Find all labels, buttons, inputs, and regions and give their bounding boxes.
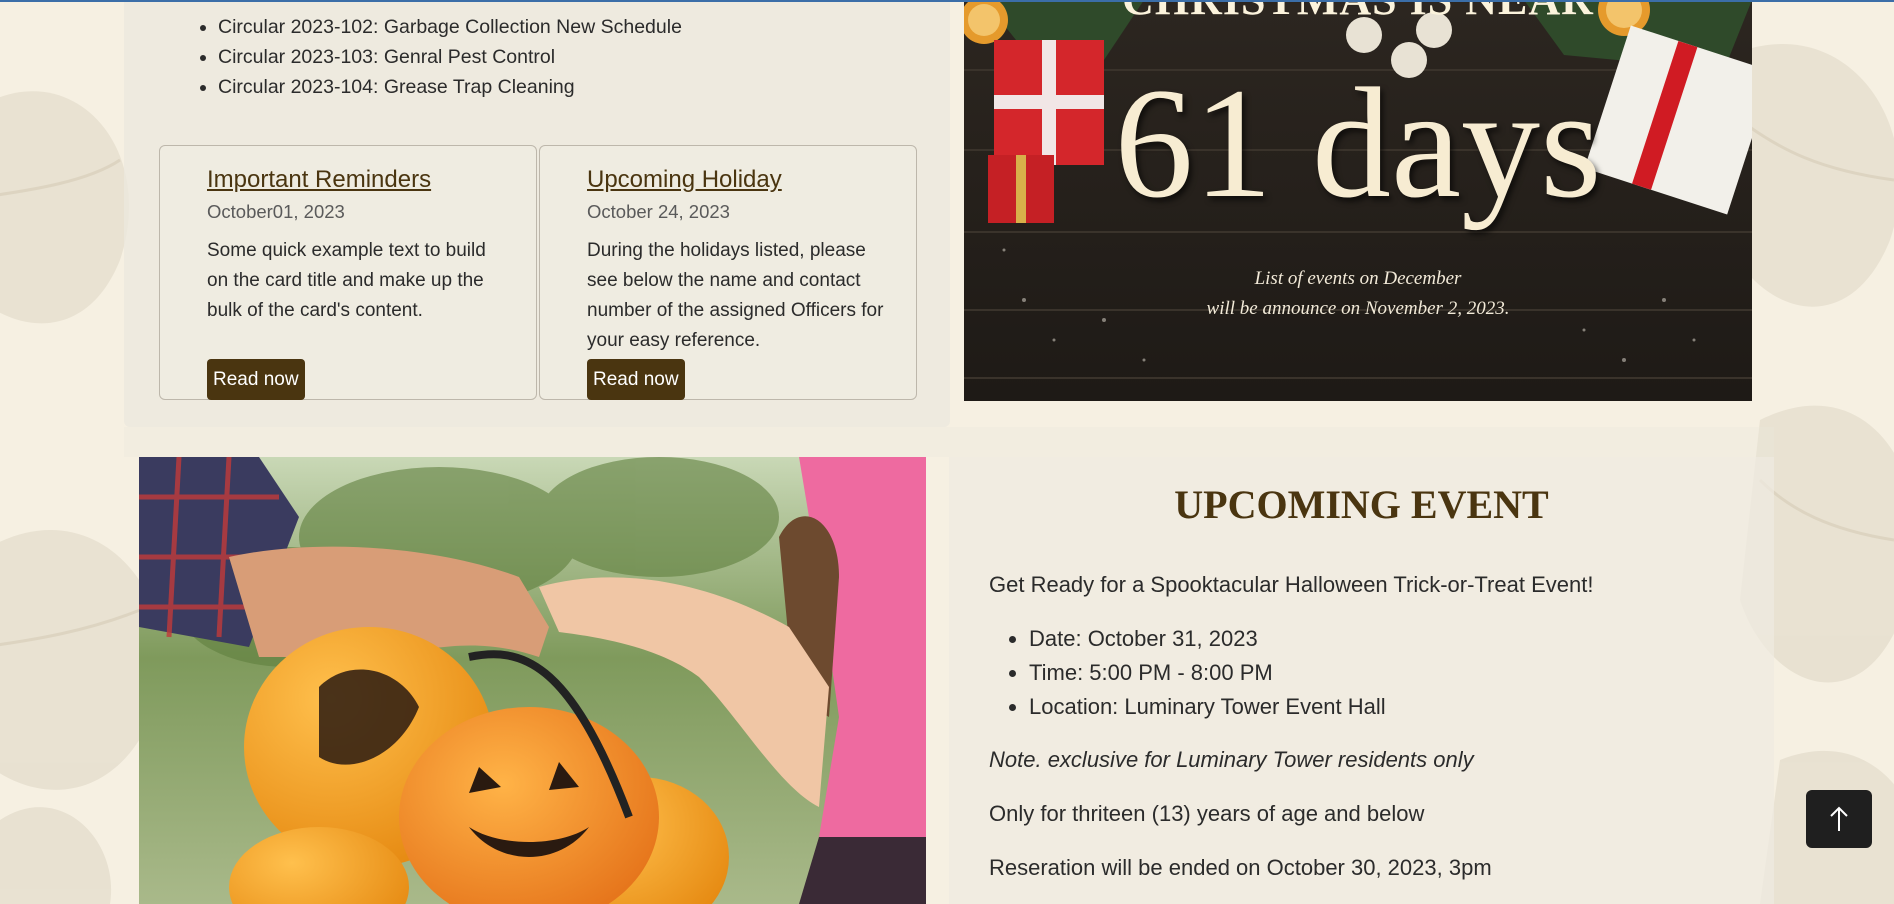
event-heading: UPCOMING EVENT (1174, 482, 1549, 527)
card-date: October01, 2023 (207, 201, 345, 222)
section-divider (124, 427, 1774, 457)
event-date: Date: October 31, 2023 (1029, 622, 1386, 656)
event-location: Location: Luminary Tower Event Hall (1029, 690, 1386, 724)
event-note: Note. exclusive for Luminary Tower resid… (989, 747, 1474, 772)
circular-item[interactable]: Circular 2023-104: Grease Trap Cleaning (218, 72, 682, 102)
card-title-link[interactable]: Upcoming Holiday (587, 166, 782, 194)
arrow-up-icon (1830, 806, 1848, 831)
halloween-photo (139, 457, 926, 904)
read-now-button[interactable]: Read now (207, 359, 305, 400)
christmas-note-line2: will be announce on November 2, 2023. (1206, 298, 1510, 319)
christmas-countdown-banner: CHRISTMAS IS NEAR 61 days List of events… (964, 0, 1752, 401)
circular-item[interactable]: Circular 2023-103: Genral Pest Control (218, 42, 682, 72)
halloween-trick-or-treat-image (139, 457, 926, 904)
event-time: Time: 5:00 PM - 8:00 PM (1029, 656, 1386, 690)
card-text: During the holidays listed, please see b… (587, 240, 884, 351)
event-details-list: Date: October 31, 2023 Time: 5:00 PM - 8… (989, 622, 1386, 724)
countdown-days: 61 days (1114, 56, 1602, 231)
card-upcoming-holiday: Upcoming Holiday October 24, 2023 During… (539, 145, 917, 400)
read-now-button[interactable]: Read now (587, 359, 685, 400)
card-important-reminders: Important Reminders October01, 2023 Some… (159, 145, 537, 400)
card-text: Some quick example text to build on the … (207, 240, 486, 321)
circulars-list: Circular 2023-102: Garbage Collection Ne… (194, 12, 682, 102)
card-date: October 24, 2023 (587, 201, 730, 222)
event-reservation-deadline: Reseration will be ended on October 30, … (989, 855, 1492, 880)
top-border (0, 0, 1894, 2)
card-title-link[interactable]: Important Reminders (207, 166, 431, 194)
christmas-note-line1: List of events on December (1254, 268, 1462, 289)
circulars-panel: Circular 2023-102: Garbage Collection Ne… (124, 0, 950, 427)
christmas-title: CHRISTMAS IS NEAR (964, 0, 1752, 25)
event-age-limit: Only for thriteen (13) years of age and … (989, 801, 1425, 826)
back-to-top-button[interactable] (1806, 790, 1872, 848)
circular-item[interactable]: Circular 2023-102: Garbage Collection Ne… (218, 12, 682, 42)
event-intro: Get Ready for a Spooktacular Halloween T… (989, 572, 1594, 597)
upcoming-event-panel: UPCOMING EVENT Get Ready for a Spooktacu… (949, 457, 1774, 904)
